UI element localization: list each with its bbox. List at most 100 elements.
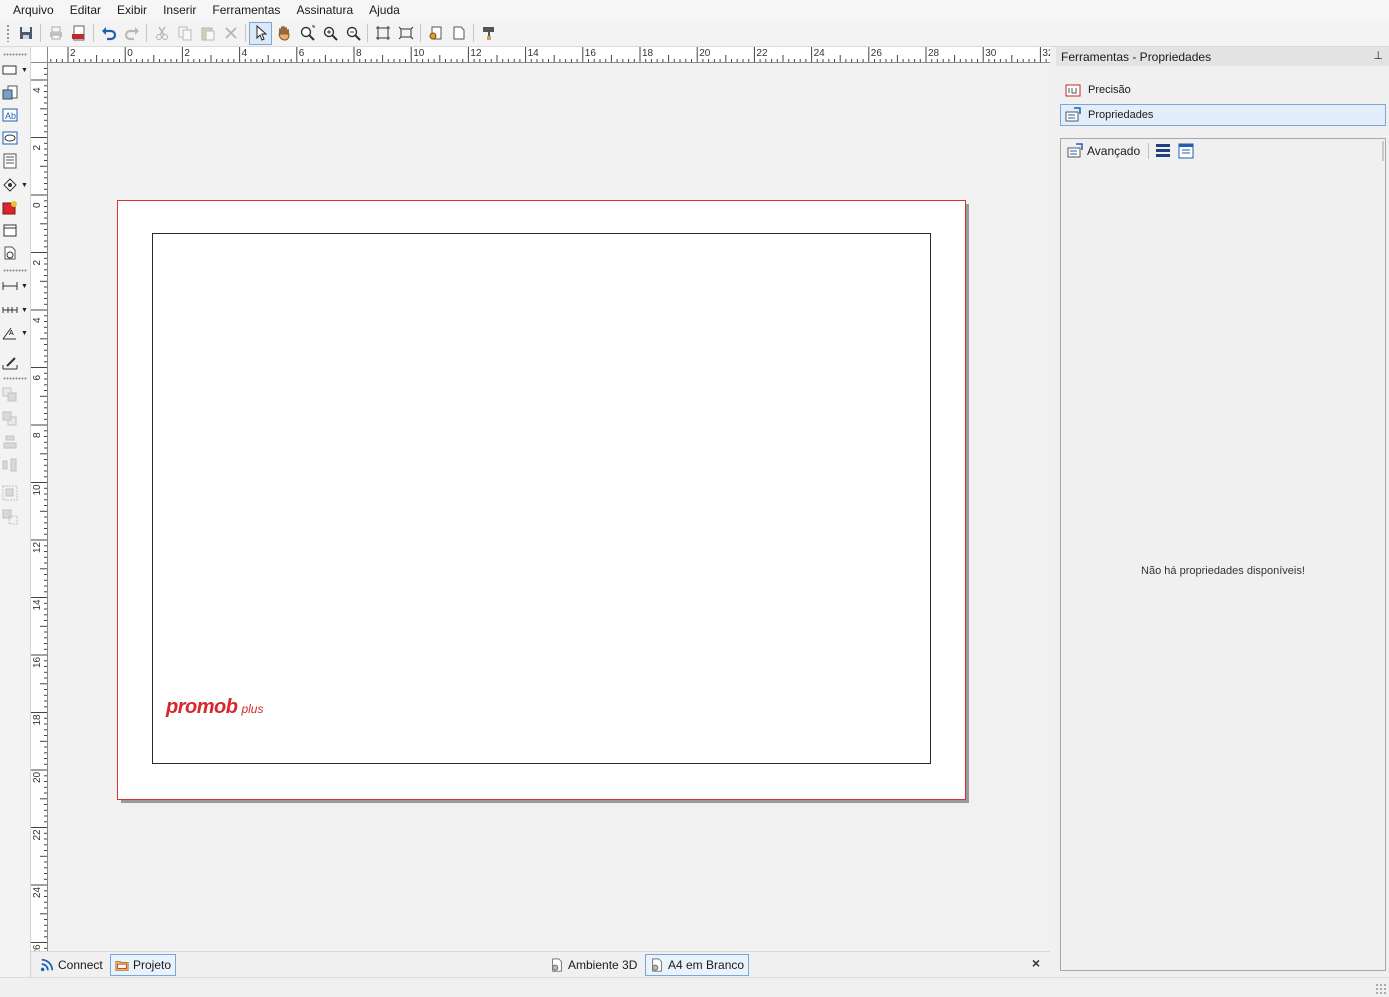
align-button[interactable] xyxy=(2,432,29,452)
ruler-label: 18 xyxy=(32,714,43,726)
detail-tool-button[interactable] xyxy=(2,243,29,263)
tab-ambiente-3d[interactable]: Ambiente 3D xyxy=(545,954,642,976)
pin-icon[interactable]: ⊥ xyxy=(1373,49,1383,62)
send-back-button[interactable] xyxy=(2,409,29,429)
menu-exibir[interactable]: Exibir xyxy=(110,0,156,20)
undo-icon xyxy=(101,27,116,41)
horizontal-ruler-scale: 202468101214161820222426283032 xyxy=(50,47,1050,62)
scissors-icon xyxy=(155,26,168,40)
categorized-view-icon[interactable] xyxy=(1155,143,1171,159)
print-button[interactable] xyxy=(44,22,67,45)
bring-front-button[interactable] xyxy=(2,385,29,405)
drawing-canvas[interactable]: promob plus xyxy=(48,63,1050,951)
alphabetical-view-icon[interactable] xyxy=(1178,143,1194,159)
rss-feed-icon xyxy=(40,958,54,972)
list-tool-button[interactable] xyxy=(2,151,29,171)
properties-toolbar: Avançado xyxy=(1061,139,1385,163)
new-page-button[interactable] xyxy=(447,22,470,45)
panel-item-precisao[interactable]: Precisão xyxy=(1060,79,1386,101)
zoom-window-button[interactable] xyxy=(295,22,318,45)
distribute-button[interactable] xyxy=(2,455,29,475)
tool-palette: ▼ Ab ▼ ▼ ▼ A ▼ xyxy=(0,47,31,977)
paste-button[interactable] xyxy=(196,22,219,45)
undo-button[interactable] xyxy=(97,22,120,45)
tab-ambiente-label: Ambiente 3D xyxy=(568,958,638,972)
properties-page-button[interactable] xyxy=(424,22,447,45)
ruler-label: 20 xyxy=(32,771,43,783)
symbol-tool-button[interactable]: ▼ xyxy=(2,175,29,195)
tab-connect[interactable]: Connect xyxy=(35,954,108,976)
toolbar-separator xyxy=(420,24,421,42)
menu-assinatura[interactable]: Assinatura xyxy=(289,0,362,20)
text-tool-button[interactable]: Ab xyxy=(2,105,29,125)
cut-button[interactable] xyxy=(150,22,173,45)
palette-grip[interactable] xyxy=(3,377,27,380)
view-tool-button[interactable] xyxy=(2,128,29,148)
menu-arquivo[interactable]: Arquivo xyxy=(6,0,63,20)
ruler-label: 2 xyxy=(32,260,43,266)
dropdown-arrow-icon: ▼ xyxy=(21,282,28,290)
copy-icon xyxy=(178,26,191,41)
ungroup-icon xyxy=(2,509,18,525)
export-pdf-button[interactable] xyxy=(67,22,90,45)
delete-button[interactable] xyxy=(219,22,242,45)
menu-ajuda[interactable]: Ajuda xyxy=(362,0,409,20)
image-tool-button[interactable] xyxy=(2,83,29,103)
redo-button[interactable] xyxy=(120,22,143,45)
toolbar-separator xyxy=(473,24,474,42)
a4-sheet[interactable]: promob plus xyxy=(117,200,966,800)
fit-page-button[interactable] xyxy=(371,22,394,45)
chain-dimension-icon xyxy=(2,307,18,313)
pan-tool-button[interactable] xyxy=(272,22,295,45)
angle-dimension-button[interactable]: A ▼ xyxy=(2,323,29,343)
select-tool-button[interactable] xyxy=(249,21,272,45)
menu-inserir[interactable]: Inserir xyxy=(156,0,205,20)
drawing-frame[interactable]: promob plus xyxy=(152,233,931,764)
ruler-label: 26 xyxy=(871,48,883,59)
ruler-label: 4 xyxy=(242,48,248,59)
tab-projeto[interactable]: Projeto xyxy=(110,954,177,976)
zoom-out-button[interactable] xyxy=(341,22,364,45)
frame-corners-icon xyxy=(375,26,390,40)
image-insert-button[interactable] xyxy=(2,198,29,218)
toolbar-grip[interactable] xyxy=(6,24,10,42)
palette-grip[interactable] xyxy=(3,269,27,272)
ungroup-button[interactable] xyxy=(2,507,29,527)
zoom-in-button[interactable] xyxy=(318,22,341,45)
copy-button[interactable] xyxy=(173,22,196,45)
view-3d-icon xyxy=(2,131,18,145)
ruler-label: 24 xyxy=(814,48,826,59)
redo-icon xyxy=(124,27,139,41)
status-bar xyxy=(0,977,1389,997)
fit-width-button[interactable] xyxy=(394,22,417,45)
blank-page-icon xyxy=(453,26,464,40)
ruler-label: 0 xyxy=(32,202,43,208)
calendar-tool-button[interactable] xyxy=(2,220,29,240)
dimension-tool-button[interactable]: ▼ xyxy=(2,276,29,296)
printer-icon xyxy=(49,26,62,40)
tab-a4-em-branco[interactable]: A4 em Branco xyxy=(645,954,750,976)
document-3d-icon xyxy=(552,958,562,972)
panel-item-propriedades[interactable]: Propriedades xyxy=(1060,104,1386,126)
ruler-label: 6 xyxy=(32,375,43,381)
chain-dimension-button[interactable]: ▼ xyxy=(2,300,29,320)
svg-text:Ab: Ab xyxy=(5,111,16,121)
resize-grip-icon[interactable] xyxy=(1375,983,1387,995)
palette-grip[interactable] xyxy=(3,53,27,56)
zoom-out-icon xyxy=(346,26,361,41)
ruler-label: 20 xyxy=(699,48,711,59)
properties-scrollbar[interactable] xyxy=(1382,141,1384,161)
save-button[interactable] xyxy=(14,22,37,45)
format-painter-button[interactable] xyxy=(477,22,500,45)
rectangle-tool-button[interactable]: ▼ xyxy=(2,60,29,80)
ruler-label: 14 xyxy=(32,599,43,611)
rectangle-icon xyxy=(2,65,17,75)
measure-tool-button[interactable] xyxy=(2,353,29,373)
close-tab-icon[interactable]: × xyxy=(1032,955,1040,971)
advanced-button-label[interactable]: Avançado xyxy=(1087,144,1140,158)
menu-ferramentas[interactable]: Ferramentas xyxy=(205,0,289,20)
menu-editar[interactable]: Editar xyxy=(63,0,110,20)
dimension-line-icon xyxy=(2,282,18,290)
precision-icon xyxy=(1065,84,1081,97)
group-button[interactable] xyxy=(2,483,29,503)
